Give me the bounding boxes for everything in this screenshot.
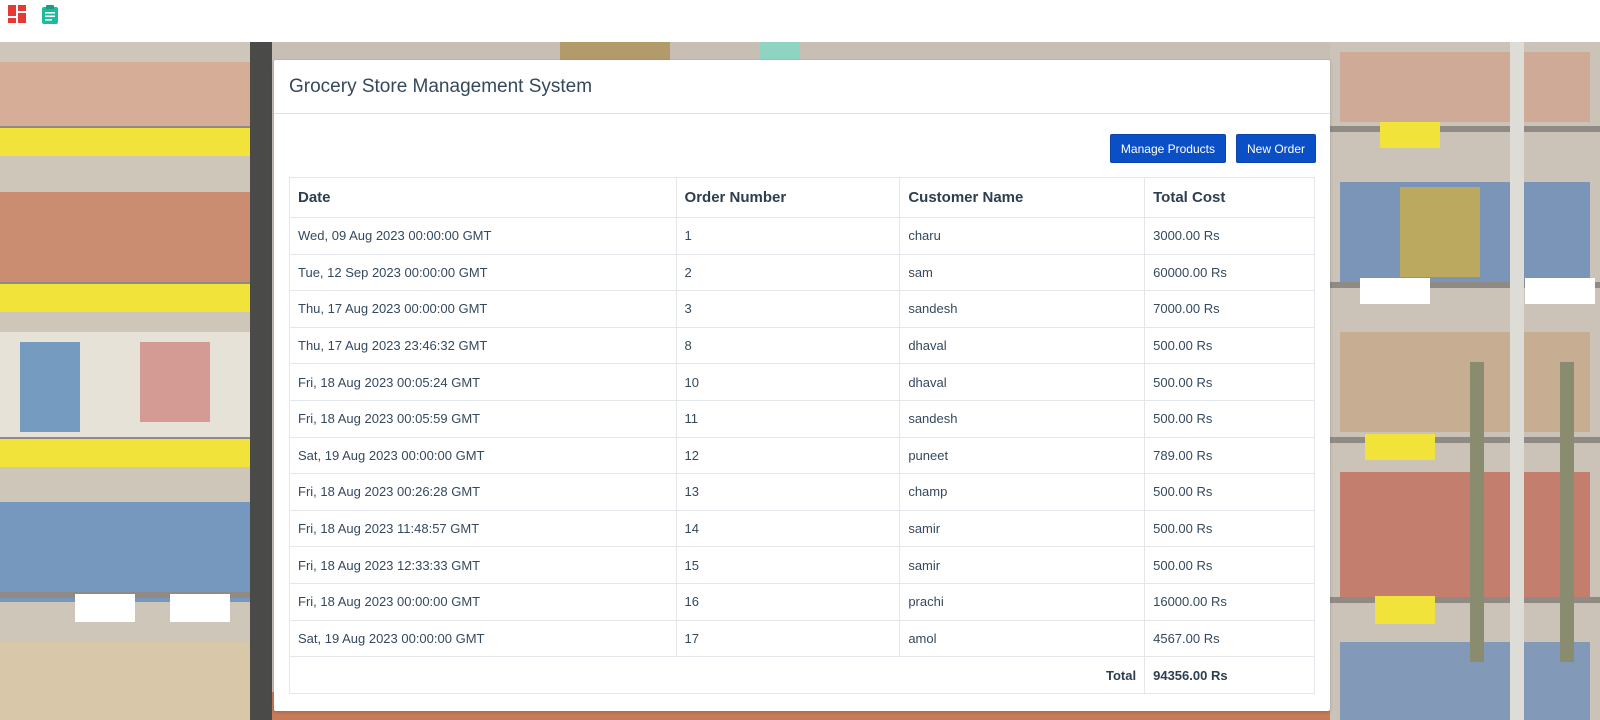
cell-date: Tue, 12 Sep 2023 00:00:00 GMT xyxy=(289,253,677,292)
cell-customer-name: samir xyxy=(899,546,1146,584)
orders-table: Date Order Number Customer Name Total Co… xyxy=(288,177,1315,695)
cell-date: Fri, 18 Aug 2023 00:26:28 GMT xyxy=(289,473,677,511)
cell-customer-name: sam xyxy=(899,253,1146,292)
cell-order-number: 13 xyxy=(675,473,901,511)
cell-order-number: 12 xyxy=(675,436,901,475)
cell-customer-name: champ xyxy=(899,473,1146,511)
table-row[interactable]: Wed, 09 Aug 2023 00:00:00 GMT 1 charu 30… xyxy=(289,217,1315,255)
table-row[interactable]: Thu, 17 Aug 2023 00:00:00 GMT 3 sandesh … xyxy=(289,290,1315,328)
cell-date: Fri, 18 Aug 2023 11:48:57 GMT xyxy=(289,509,677,548)
cell-total-cost: 16000.00 Rs xyxy=(1144,582,1315,621)
cell-total-cost: 7000.00 Rs xyxy=(1144,290,1315,328)
cell-total-cost: 500.00 Rs xyxy=(1144,509,1315,548)
cell-date: Fri, 18 Aug 2023 00:05:59 GMT xyxy=(289,399,677,438)
cell-date: Fri, 18 Aug 2023 00:05:24 GMT xyxy=(289,363,677,401)
cell-total-cost: 60000.00 Rs xyxy=(1144,253,1315,292)
cell-order-number: 15 xyxy=(675,546,901,584)
cell-customer-name: amol xyxy=(899,619,1146,658)
table-row[interactable]: Fri, 18 Aug 2023 00:05:59 GMT 11 sandesh… xyxy=(289,399,1315,438)
table-row[interactable]: Fri, 18 Aug 2023 00:00:00 GMT 16 prachi … xyxy=(289,582,1315,621)
cell-order-number: 3 xyxy=(675,290,901,328)
cell-total-cost: 789.00 Rs xyxy=(1144,436,1315,475)
table-row[interactable]: Sat, 19 Aug 2023 00:00:00 GMT 17 amol 45… xyxy=(289,619,1315,658)
panel-header: Grocery Store Management System xyxy=(274,60,1330,114)
cell-total-cost: 4567.00 Rs xyxy=(1144,619,1315,658)
cell-date: Thu, 17 Aug 2023 23:46:32 GMT xyxy=(289,326,677,365)
cell-order-number: 17 xyxy=(675,619,901,658)
cell-total-cost: 500.00 Rs xyxy=(1144,326,1315,365)
table-row[interactable]: Fri, 18 Aug 2023 00:26:28 GMT 13 champ 5… xyxy=(289,473,1315,511)
cell-customer-name: prachi xyxy=(899,582,1146,621)
cell-order-number: 14 xyxy=(675,509,901,548)
cell-order-number: 10 xyxy=(675,363,901,401)
cell-date: Sat, 19 Aug 2023 00:00:00 GMT xyxy=(289,619,677,658)
cell-order-number: 11 xyxy=(675,399,901,438)
cell-customer-name: charu xyxy=(899,217,1146,255)
cell-customer-name: dhaval xyxy=(899,326,1146,365)
cell-date: Sat, 19 Aug 2023 00:00:00 GMT xyxy=(289,436,677,475)
column-header-date[interactable]: Date xyxy=(289,177,677,218)
clipboard-icon[interactable] xyxy=(40,4,60,24)
toolbar: Manage Products New Order xyxy=(1109,134,1316,163)
table-header-row: Date Order Number Customer Name Total Co… xyxy=(289,177,1315,218)
cell-total-cost: 500.00 Rs xyxy=(1144,473,1315,511)
column-header-customer-name[interactable]: Customer Name xyxy=(899,177,1146,218)
total-label: Total xyxy=(288,656,1146,695)
table-row[interactable]: Fri, 18 Aug 2023 12:33:33 GMT 15 samir 5… xyxy=(289,546,1315,584)
cell-customer-name: samir xyxy=(899,509,1146,548)
manage-products-button[interactable]: Manage Products xyxy=(1109,134,1226,163)
table-row[interactable]: Thu, 17 Aug 2023 23:46:32 GMT 8 dhaval 5… xyxy=(289,326,1315,365)
cell-date: Fri, 18 Aug 2023 12:33:33 GMT xyxy=(289,546,677,584)
cell-order-number: 2 xyxy=(675,253,901,292)
page-title: Grocery Store Management System xyxy=(289,75,593,97)
cell-date: Fri, 18 Aug 2023 00:00:00 GMT xyxy=(289,582,677,621)
cell-total-cost: 500.00 Rs xyxy=(1144,546,1315,584)
cell-date: Wed, 09 Aug 2023 00:00:00 GMT xyxy=(289,217,677,255)
table-row[interactable]: Fri, 18 Aug 2023 00:05:24 GMT 10 dhaval … xyxy=(289,363,1315,401)
cell-date: Thu, 17 Aug 2023 00:00:00 GMT xyxy=(289,290,677,328)
total-row: Total 94356.00 Rs xyxy=(288,656,1315,695)
top-bar xyxy=(0,0,1600,42)
cell-order-number: 1 xyxy=(675,217,901,255)
orders-panel: Grocery Store Management System Manage P… xyxy=(274,60,1330,711)
total-value: 94356.00 Rs xyxy=(1144,656,1315,695)
dashboard-icon[interactable] xyxy=(7,4,27,24)
cell-customer-name: sandesh xyxy=(899,290,1146,328)
cell-total-cost: 500.00 Rs xyxy=(1144,363,1315,401)
cell-customer-name: sandesh xyxy=(899,399,1146,438)
cell-total-cost: 500.00 Rs xyxy=(1144,399,1315,438)
cell-customer-name: puneet xyxy=(899,436,1146,475)
cell-order-number: 16 xyxy=(675,582,901,621)
cell-total-cost: 3000.00 Rs xyxy=(1144,217,1315,255)
table-row[interactable]: Sat, 19 Aug 2023 00:00:00 GMT 12 puneet … xyxy=(289,436,1315,475)
column-header-order-number[interactable]: Order Number xyxy=(675,177,901,218)
table-row[interactable]: Fri, 18 Aug 2023 11:48:57 GMT 14 samir 5… xyxy=(289,509,1315,548)
cell-order-number: 8 xyxy=(675,326,901,365)
table-row[interactable]: Tue, 12 Sep 2023 00:00:00 GMT 2 sam 6000… xyxy=(289,253,1315,292)
column-header-total-cost[interactable]: Total Cost xyxy=(1144,177,1315,218)
cell-customer-name: dhaval xyxy=(899,363,1146,401)
new-order-button[interactable]: New Order xyxy=(1235,134,1316,163)
